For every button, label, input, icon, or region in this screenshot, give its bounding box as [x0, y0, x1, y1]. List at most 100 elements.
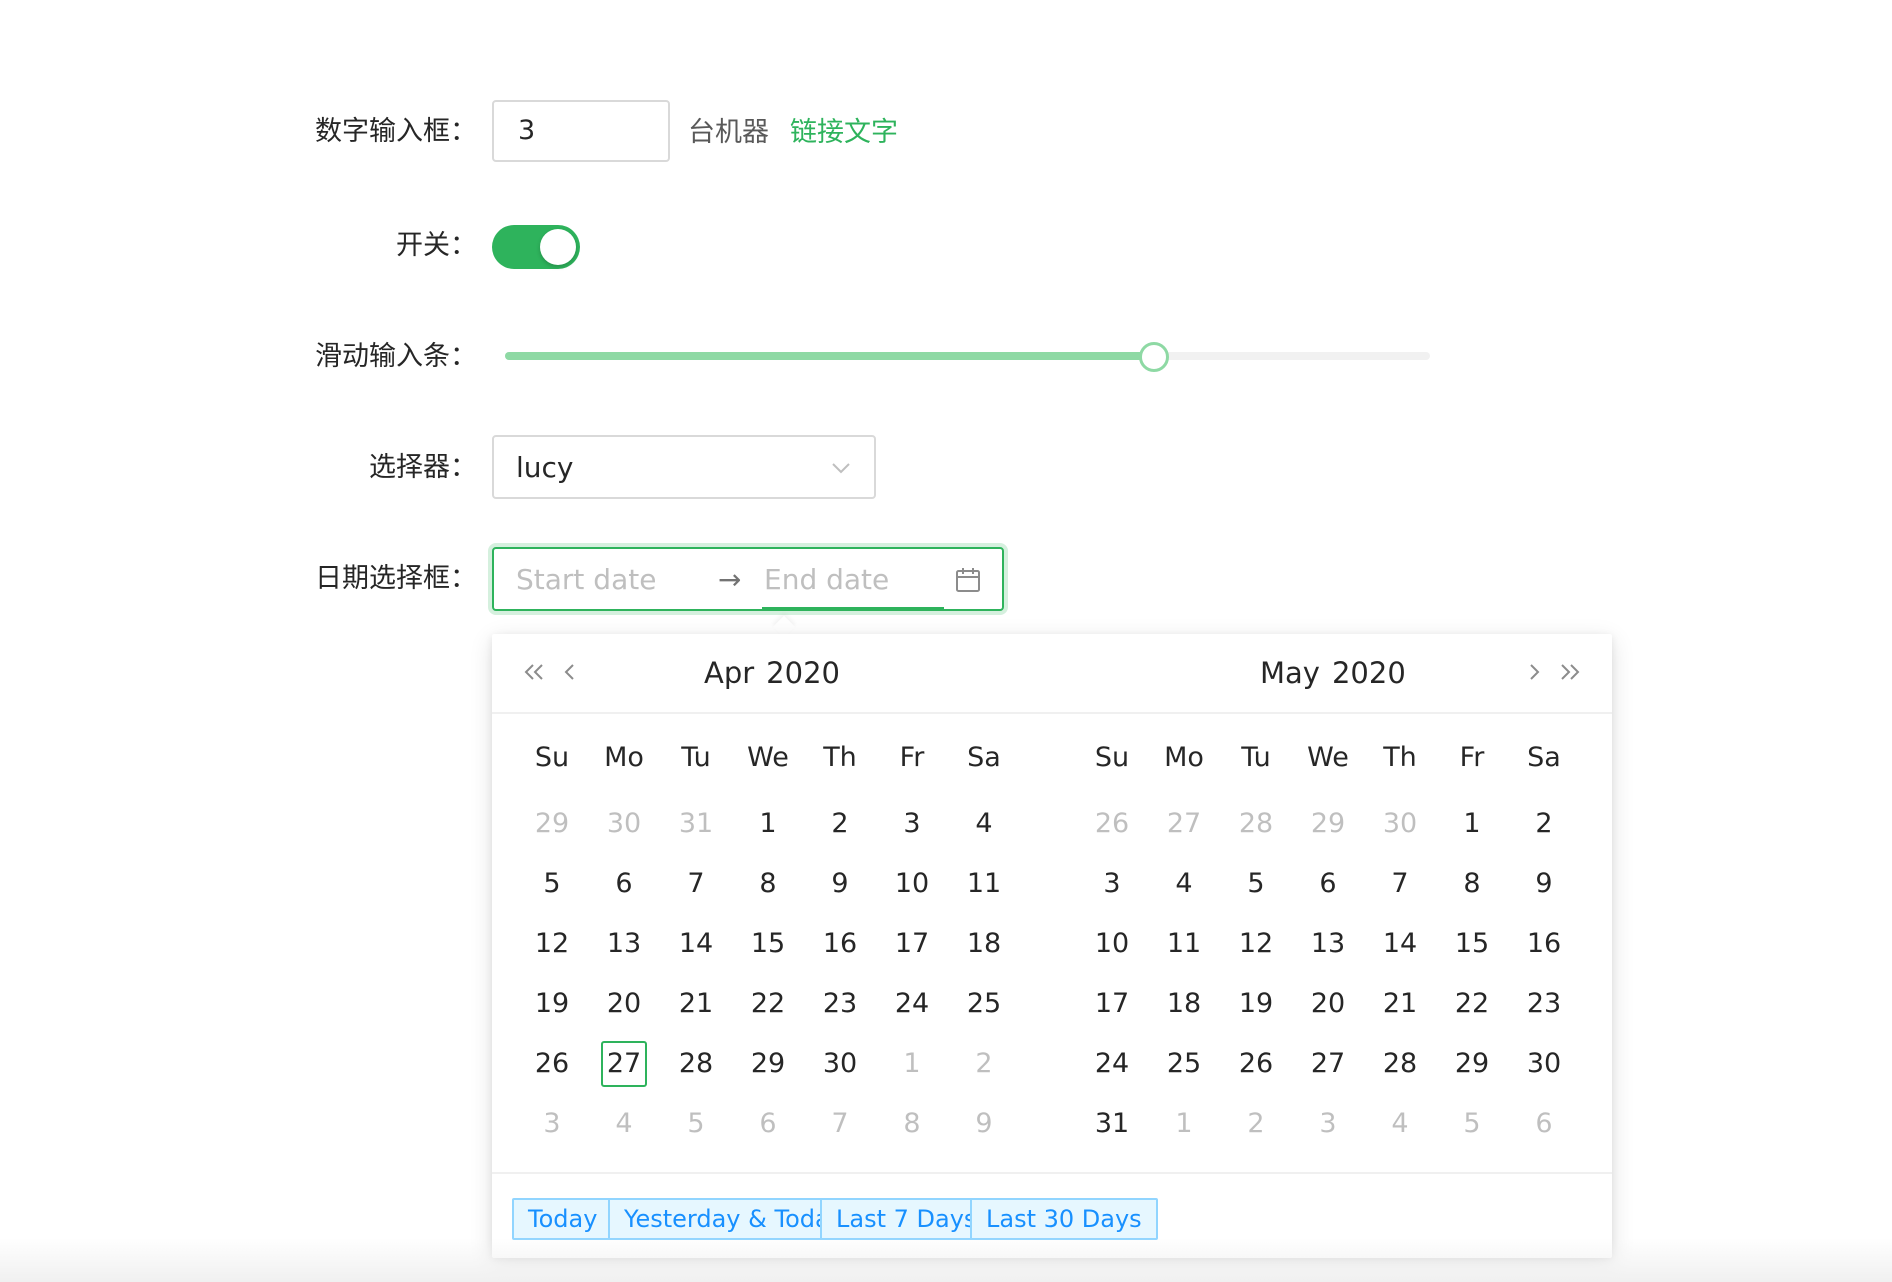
calendar-day[interactable]: 3: [876, 794, 948, 854]
start-date-input[interactable]: Start date: [516, 563, 656, 597]
calendar-day[interactable]: 8: [732, 854, 804, 914]
left-month-title[interactable]: Apr 2020: [698, 656, 846, 690]
calendar-day[interactable]: 25: [948, 974, 1020, 1034]
calendar-day[interactable]: 5: [516, 854, 588, 914]
calendar-day[interactable]: 31: [660, 794, 732, 854]
calendar-day[interactable]: 14: [660, 914, 732, 974]
calendar-day[interactable]: 29: [516, 794, 588, 854]
left-year[interactable]: 2020: [766, 656, 840, 690]
calendar-day[interactable]: 2: [804, 794, 876, 854]
calendar-day[interactable]: 23: [1508, 974, 1580, 1034]
date-range-input[interactable]: Start date → End date: [492, 547, 1004, 611]
calendar-day[interactable]: 30: [804, 1034, 876, 1094]
calendar-day[interactable]: 20: [1292, 974, 1364, 1034]
chevron-left-icon[interactable]: [554, 656, 586, 688]
calendar-day[interactable]: 3: [516, 1094, 588, 1154]
calendar-day[interactable]: 28: [660, 1034, 732, 1094]
calendar-day[interactable]: 4: [588, 1094, 660, 1154]
calendar-day[interactable]: 26: [516, 1034, 588, 1094]
right-month[interactable]: May: [1260, 656, 1320, 690]
calendar-day[interactable]: 1: [1436, 794, 1508, 854]
calendar-day[interactable]: 17: [876, 914, 948, 974]
double-chevron-left-icon[interactable]: [518, 656, 550, 688]
calendar-day[interactable]: 25: [1148, 1034, 1220, 1094]
calendar-day[interactable]: 21: [660, 974, 732, 1034]
calendar-day[interactable]: 11: [1148, 914, 1220, 974]
calendar-day[interactable]: 24: [876, 974, 948, 1034]
calendar-day[interactable]: 22: [1436, 974, 1508, 1034]
calendar-day[interactable]: 5: [1220, 854, 1292, 914]
calendar-day[interactable]: 8: [1436, 854, 1508, 914]
calendar-day[interactable]: 6: [1292, 854, 1364, 914]
calendar-day[interactable]: 15: [732, 914, 804, 974]
calendar-day[interactable]: 1: [732, 794, 804, 854]
calendar-day[interactable]: 28: [1364, 1034, 1436, 1094]
calendar-day[interactable]: 10: [1076, 914, 1148, 974]
calendar-day[interactable]: 27: [1292, 1034, 1364, 1094]
calendar-day[interactable]: 11: [948, 854, 1020, 914]
chevron-right-icon[interactable]: [1518, 656, 1550, 688]
calendar-day[interactable]: 6: [1508, 1094, 1580, 1154]
calendar-day[interactable]: 30: [588, 794, 660, 854]
calendar-day[interactable]: 9: [804, 854, 876, 914]
calendar-day[interactable]: 10: [876, 854, 948, 914]
slider-handle[interactable]: [1138, 342, 1169, 372]
calendar-day[interactable]: 31: [1076, 1094, 1148, 1154]
calendar-day[interactable]: 1: [876, 1034, 948, 1094]
calendar-day[interactable]: 4: [1148, 854, 1220, 914]
calendar-day[interactable]: 26: [1220, 1034, 1292, 1094]
calendar-day[interactable]: 3: [1292, 1094, 1364, 1154]
calendar-day[interactable]: 16: [804, 914, 876, 974]
calendar-day[interactable]: 27: [1148, 794, 1220, 854]
calendar-day[interactable]: 17: [1076, 974, 1148, 1034]
calendar-day[interactable]: 14: [1364, 914, 1436, 974]
calendar-day[interactable]: 19: [516, 974, 588, 1034]
calendar-day[interactable]: 7: [804, 1094, 876, 1154]
right-year[interactable]: 2020: [1332, 656, 1406, 690]
calendar-day[interactable]: 6: [588, 854, 660, 914]
right-month-title[interactable]: May 2020: [1254, 656, 1412, 690]
calendar-day[interactable]: 28: [1220, 794, 1292, 854]
calendar-day[interactable]: 2: [1508, 794, 1580, 854]
calendar-day[interactable]: 24: [1076, 1034, 1148, 1094]
calendar-day-today[interactable]: 27: [588, 1034, 660, 1094]
calendar-day[interactable]: 5: [1436, 1094, 1508, 1154]
calendar-day[interactable]: 2: [948, 1034, 1020, 1094]
calendar-day[interactable]: 26: [1076, 794, 1148, 854]
calendar-day[interactable]: 12: [1220, 914, 1292, 974]
preset-last-7-days[interactable]: Last 7 Days: [820, 1198, 993, 1240]
calendar-day[interactable]: 7: [1364, 854, 1436, 914]
toggle-switch[interactable]: [492, 225, 580, 269]
double-chevron-right-icon[interactable]: [1554, 656, 1586, 688]
calendar-day[interactable]: 5: [660, 1094, 732, 1154]
select-dropdown[interactable]: lucy: [492, 435, 876, 499]
calendar-day[interactable]: 20: [588, 974, 660, 1034]
calendar-day[interactable]: 18: [1148, 974, 1220, 1034]
calendar-day[interactable]: 19: [1220, 974, 1292, 1034]
calendar-day[interactable]: 22: [732, 974, 804, 1034]
calendar-day[interactable]: 4: [948, 794, 1020, 854]
calendar-day[interactable]: 15: [1436, 914, 1508, 974]
slider-rail[interactable]: [505, 342, 1430, 372]
calendar-day[interactable]: 29: [1292, 794, 1364, 854]
calendar-day[interactable]: 1: [1148, 1094, 1220, 1154]
calendar-day[interactable]: 9: [1508, 854, 1580, 914]
calendar-day[interactable]: 7: [660, 854, 732, 914]
calendar-day[interactable]: 12: [516, 914, 588, 974]
calendar-day[interactable]: 2: [1220, 1094, 1292, 1154]
calendar-day[interactable]: 30: [1508, 1034, 1580, 1094]
calendar-day[interactable]: 16: [1508, 914, 1580, 974]
calendar-day[interactable]: 4: [1364, 1094, 1436, 1154]
calendar-day[interactable]: 3: [1076, 854, 1148, 914]
calendar-day[interactable]: 13: [588, 914, 660, 974]
calendar-day[interactable]: 21: [1364, 974, 1436, 1034]
left-month[interactable]: Apr: [704, 656, 754, 690]
calendar-day[interactable]: 23: [804, 974, 876, 1034]
link-text[interactable]: 链接文字: [790, 116, 898, 150]
calendar-day[interactable]: 30: [1364, 794, 1436, 854]
preset-last-30-days[interactable]: Last 30 Days: [970, 1198, 1158, 1240]
calendar-day[interactable]: 9: [948, 1094, 1020, 1154]
calendar-day[interactable]: 29: [732, 1034, 804, 1094]
preset-today[interactable]: Today: [512, 1198, 614, 1240]
calendar-day[interactable]: 6: [732, 1094, 804, 1154]
